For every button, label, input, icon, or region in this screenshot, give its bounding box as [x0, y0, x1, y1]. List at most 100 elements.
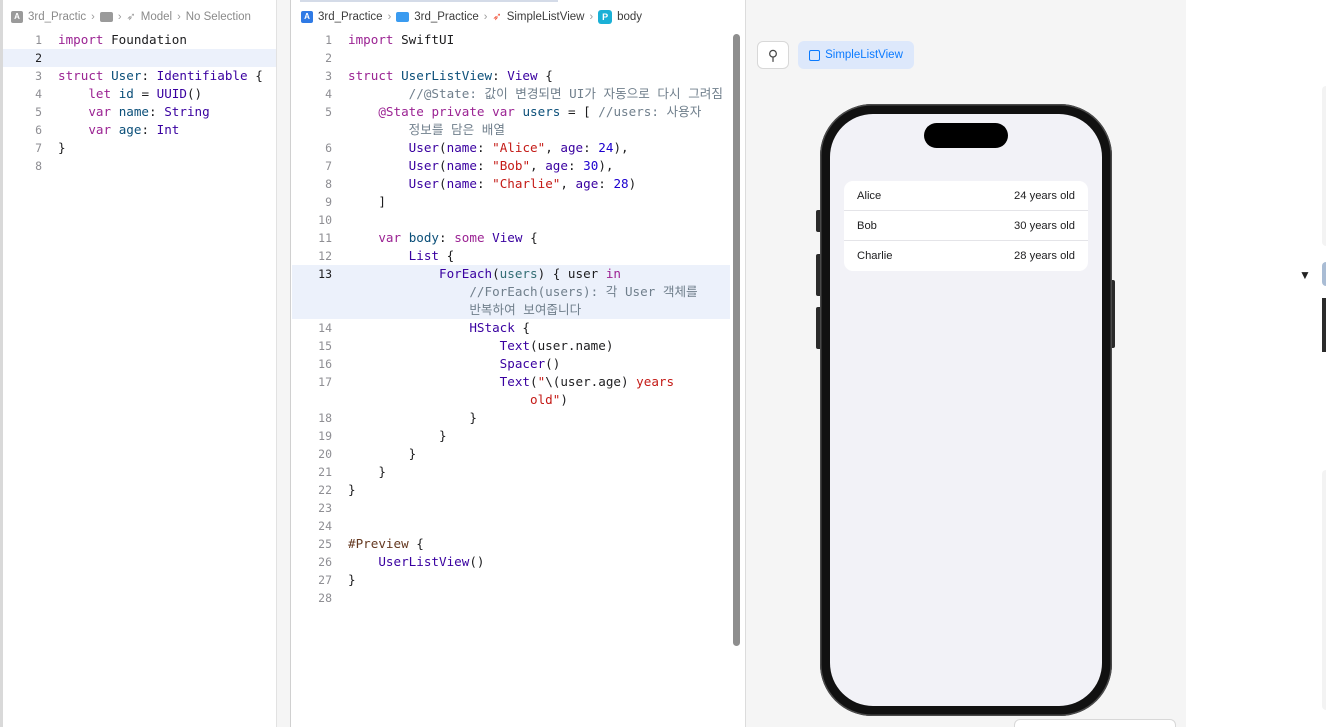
- code-line[interactable]: 16 Spacer(): [292, 355, 730, 373]
- code-line[interactable]: 21 }: [292, 463, 730, 481]
- breadcrumb-project[interactable]: A 3rd_Practic: [11, 10, 86, 23]
- iphone-frame: Alice 24 years old Bob 30 years old Char…: [820, 104, 1112, 716]
- main-code-area[interactable]: 1 import SwiftUI 2 3 struct UserListView: Vi…: [292, 31, 730, 607]
- code-line[interactable]: 1 import SwiftUI: [292, 31, 730, 49]
- user-age: 30 years old: [1014, 219, 1075, 232]
- code-line[interactable]: 4 let id = UUID(): [3, 85, 276, 103]
- code-line[interactable]: 2: [292, 49, 730, 67]
- line-number: 4: [35, 87, 42, 101]
- code-line[interactable]: 22}: [292, 481, 730, 499]
- code-line[interactable]: 1 import Foundation: [3, 31, 276, 49]
- vertical-scrollbar[interactable]: [733, 34, 740, 646]
- code-line[interactable]: 7}: [3, 139, 276, 157]
- code-line[interactable]: 반복하여 보여줍니다: [292, 301, 730, 319]
- breadcrumb-project[interactable]: A 3rd_Practice: [301, 10, 383, 23]
- disclosure-triangle-icon[interactable]: ▼: [1299, 268, 1311, 282]
- code-line[interactable]: 9 ]: [292, 193, 730, 211]
- property-icon: P: [598, 9, 613, 24]
- breadcrumb-symbol[interactable]: P body: [598, 9, 642, 24]
- code-line[interactable]: 25 #Preview {: [292, 535, 730, 553]
- code-line[interactable]: 19 }: [292, 427, 730, 445]
- code-line[interactable]: 5 var name: String: [3, 103, 276, 121]
- canvas-bottom-toolbar[interactable]: [1014, 719, 1176, 727]
- line-number: 13: [318, 267, 332, 281]
- code-text: 정보를 담은 배열: [408, 122, 505, 137]
- code-line[interactable]: 8: [3, 157, 276, 175]
- code-text: User(name: "Charlie", age: 28): [408, 176, 637, 191]
- chevron-right-icon: ›: [91, 10, 95, 23]
- main-editor-pane: A 3rd_Practice › 3rd_Practice › ➶ Simple…: [292, 0, 745, 727]
- code-text: ]: [348, 194, 386, 209]
- code-line[interactable]: 17 Text("\(user.age) years: [292, 373, 730, 391]
- breadcrumb-folder[interactable]: [99, 11, 113, 22]
- code-text: }: [348, 410, 477, 425]
- main-jump-bar: A 3rd_Practice › 3rd_Practice › ➶ Simple…: [292, 0, 745, 33]
- code-line[interactable]: 10: [292, 211, 730, 229]
- list-row-charlie[interactable]: Charlie 28 years old: [844, 241, 1088, 271]
- line-number: 1: [35, 33, 42, 47]
- chevron-right-icon: ›: [387, 10, 392, 23]
- code-line[interactable]: 20 }: [292, 445, 730, 463]
- list-row-alice[interactable]: Alice 24 years old: [844, 181, 1088, 211]
- code-line[interactable]: 28: [292, 589, 730, 607]
- pin-button[interactable]: ⚲: [757, 41, 789, 69]
- code-line[interactable]: 8 User(name: "Charlie", age: 28): [292, 175, 730, 193]
- line-number: 28: [318, 591, 332, 605]
- line-number: 12: [318, 249, 332, 263]
- line-number: 26: [318, 555, 332, 569]
- code-line[interactable]: 정보를 담은 배열: [292, 121, 730, 139]
- folder-icon: [99, 11, 113, 22]
- user-name: Charlie: [857, 250, 893, 262]
- pane-divider[interactable]: [276, 0, 291, 727]
- line-number: 17: [318, 375, 332, 389]
- code-text: }: [348, 446, 417, 461]
- line-number: 24: [318, 519, 332, 533]
- code-text: old"): [529, 392, 568, 407]
- code-text: var age: Int: [88, 122, 180, 137]
- code-line[interactable]: 6 User(name: "Alice", age: 24),: [292, 139, 730, 157]
- code-line[interactable]: 3 struct UserListView: View {: [292, 67, 730, 85]
- dynamic-island: [924, 123, 1008, 148]
- line-number: 2: [35, 51, 42, 65]
- code-text: @State private var users = [ //users: 사용…: [378, 104, 702, 119]
- code-line[interactable]: 14 HStack {: [292, 319, 730, 337]
- user-age: 24 years old: [1014, 189, 1075, 202]
- chevron-right-icon: ›: [177, 10, 181, 23]
- code-line[interactable]: 3 struct User: Identifiable {: [3, 67, 276, 85]
- code-line[interactable]: 18 }: [292, 409, 730, 427]
- code-text: Spacer(): [499, 356, 561, 371]
- code-line[interactable]: 15 Text(user.name): [292, 337, 730, 355]
- line-number: 9: [325, 195, 332, 209]
- code-text: Text("\(user.age) years: [499, 374, 675, 389]
- code-line[interactable]: 26 UserListView(): [292, 553, 730, 571]
- chevron-right-icon: ›: [117, 10, 122, 23]
- code-line[interactable]: //ForEach(users): 각 User 객체를: [292, 283, 730, 301]
- line-number: 7: [325, 159, 332, 173]
- breadcrumb-file[interactable]: ➶ SimpleListView: [492, 10, 584, 24]
- code-line[interactable]: 23: [292, 499, 730, 517]
- code-line[interactable]: 7 User(name: "Bob", age: 30),: [292, 157, 730, 175]
- line-number: 22: [318, 483, 332, 497]
- line-number: 14: [318, 321, 332, 335]
- code-text: 반복하여 보여줍니다: [469, 302, 582, 317]
- code-line[interactable]: 5 @State private var users = [ //users: …: [292, 103, 730, 121]
- left-code-area[interactable]: 1 import Foundation 2 3 struct User: Identif…: [3, 31, 276, 175]
- breadcrumb-symbol[interactable]: No Selection: [186, 11, 251, 23]
- code-line[interactable]: 6 var age: Int: [3, 121, 276, 139]
- preview-tab-button[interactable]: SimpleListView: [798, 41, 914, 69]
- code-line[interactable]: 4 //@State: 값이 변경되면 UI가 자동으로 다시 그려짐: [292, 85, 730, 103]
- code-line[interactable]: 2: [3, 49, 276, 67]
- preview-tab-label: SimpleListView: [825, 49, 903, 61]
- code-line[interactable]: 12 List {: [292, 247, 730, 265]
- code-line[interactable]: 24: [292, 517, 730, 535]
- code-line[interactable]: 27}: [292, 571, 730, 589]
- code-text: struct UserListView: View {: [348, 68, 553, 83]
- code-line[interactable]: 11 var body: some View {: [292, 229, 730, 247]
- breadcrumb-file[interactable]: ➶ Model: [127, 10, 173, 24]
- list-row-bob[interactable]: Bob 30 years old: [844, 211, 1088, 241]
- code-line[interactable]: old"): [292, 391, 730, 409]
- iphone-screen: Alice 24 years old Bob 30 years old Char…: [830, 114, 1102, 706]
- breadcrumb-folder[interactable]: 3rd_Practice: [396, 11, 479, 23]
- code-line[interactable]: 13 ForEach(users) { user in: [292, 265, 730, 283]
- inspector-bar: [1322, 298, 1326, 352]
